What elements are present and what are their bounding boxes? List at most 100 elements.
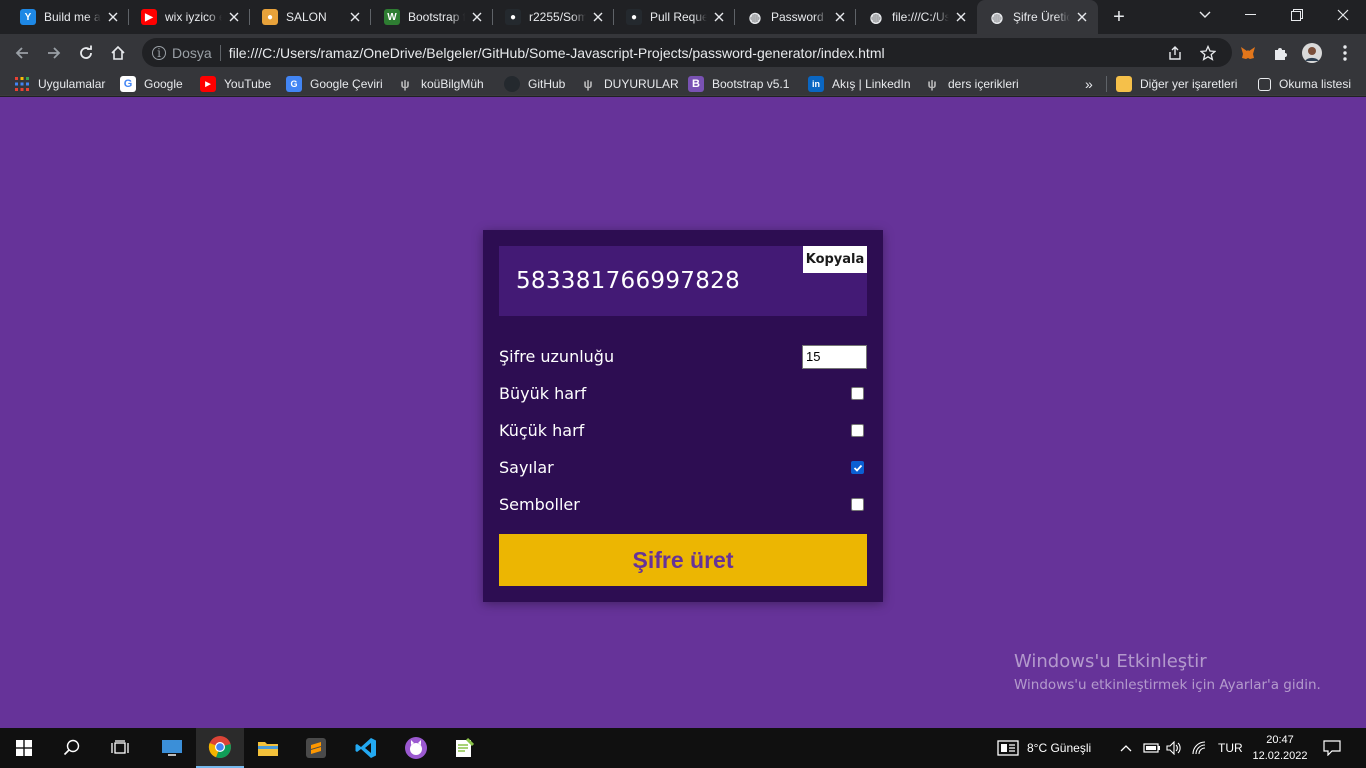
bookmark-label: koüBilgMüh: [421, 77, 484, 91]
divider: [1106, 75, 1107, 93]
weather-widget[interactable]: 8°C Güneşli: [997, 728, 1091, 768]
chrome-icon: [208, 736, 231, 759]
close-tab-icon[interactable]: [105, 9, 121, 25]
browser-tab[interactable]: ◍ Password G: [735, 0, 856, 34]
close-tab-icon[interactable]: [1074, 9, 1090, 25]
password-result-box: 583381766997828 Kopyala: [499, 246, 867, 316]
restore-button[interactable]: [1274, 0, 1320, 30]
vscode-icon: [355, 738, 376, 758]
reload-button[interactable]: [72, 39, 100, 67]
bookmark-item[interactable]: Uygulamalar: [14, 75, 105, 93]
taskbar-app-desktop[interactable]: [148, 728, 196, 768]
bookmark-label: Bootstrap v5.1: [712, 77, 790, 91]
notifications-button[interactable]: [1323, 728, 1341, 768]
youtube-icon: ▶: [200, 76, 216, 92]
profile-avatar[interactable]: [1302, 43, 1322, 63]
kebab-menu-icon[interactable]: [1335, 43, 1355, 63]
close-tab-icon[interactable]: [226, 9, 242, 25]
generated-password: 583381766997828: [516, 268, 740, 294]
tab-search-button[interactable]: [1182, 0, 1228, 30]
task-view-button[interactable]: [96, 728, 144, 768]
bookmark-item[interactable]: ψ ders içerikleri: [924, 75, 1018, 93]
bookmark-item[interactable]: B Bootstrap v5.1: [688, 75, 789, 93]
tab-strip: Y Build me a ▶ wix iyzico e ● SALON W Bootstrap…: [0, 0, 1366, 34]
taskbar-app-sublime[interactable]: [292, 728, 340, 768]
battery-icon[interactable]: [1143, 728, 1161, 768]
forward-button[interactable]: [40, 39, 68, 67]
lowercase-row: Küçük harf: [499, 412, 867, 449]
close-tab-icon[interactable]: [711, 9, 727, 25]
uppercase-checkbox[interactable]: [851, 387, 864, 400]
browser-tab[interactable]: Y Build me a: [8, 0, 129, 34]
github-desktop-icon: [405, 737, 427, 759]
metamask-extension-icon[interactable]: [1238, 43, 1258, 63]
taskbar-app-notepad[interactable]: [440, 728, 488, 768]
system-clock[interactable]: 20:47 12.02.2022: [1250, 732, 1310, 764]
close-window-button[interactable]: [1320, 0, 1366, 30]
copy-button[interactable]: Kopyala: [803, 246, 867, 273]
info-icon[interactable]: i: [152, 45, 166, 60]
network-icon[interactable]: [1192, 728, 1208, 768]
folder-icon: [258, 742, 278, 756]
bookmark-item[interactable]: GitHub: [504, 75, 565, 93]
home-button[interactable]: [104, 39, 132, 67]
github-icon: [504, 76, 520, 92]
bookmark-star-icon[interactable]: [1200, 38, 1216, 67]
browser-tab[interactable]: ◍ Şifre Üretici: [977, 0, 1098, 34]
taskbar-app-chrome[interactable]: [196, 728, 244, 768]
computer-icon: [162, 740, 182, 756]
show-hidden-icons[interactable]: [1120, 728, 1132, 768]
browser-tab[interactable]: W Bootstrap f: [372, 0, 493, 34]
address-bar[interactable]: i Dosya file:///C:/Users/ramaz/OneDrive/…: [142, 38, 1232, 67]
bookmark-item[interactable]: ψ koüBilgMüh: [397, 75, 484, 93]
close-tab-icon[interactable]: [590, 9, 606, 25]
generate-button[interactable]: Şifre üret: [499, 534, 867, 586]
browser-tab[interactable]: ◍ file:///C:/Us: [856, 0, 977, 34]
numbers-row: Sayılar: [499, 449, 867, 486]
taskbar-app-file-explorer[interactable]: [244, 728, 292, 768]
length-row: Şifre uzunluğu: [499, 338, 867, 375]
browser-tab[interactable]: ▶ wix iyzico e: [129, 0, 250, 34]
numbers-checkbox[interactable]: [851, 461, 864, 474]
input-language[interactable]: TUR: [1218, 728, 1243, 768]
bookmark-item[interactable]: ▶ YouTube: [200, 75, 271, 93]
close-tab-icon[interactable]: [347, 9, 363, 25]
other-bookmarks-folder[interactable]: Diğer yer işaretleri: [1116, 75, 1237, 93]
search-button[interactable]: [48, 728, 96, 768]
lowercase-checkbox[interactable]: [851, 424, 864, 437]
reading-list-button[interactable]: Okuma listesi: [1258, 75, 1351, 93]
new-tab-button[interactable]: +: [1108, 6, 1130, 28]
bookmark-item[interactable]: G Google Çeviri: [286, 75, 383, 93]
clock-time: 20:47: [1266, 734, 1294, 746]
close-tab-icon[interactable]: [469, 9, 485, 25]
minimize-button[interactable]: [1228, 0, 1274, 30]
close-tab-icon[interactable]: [953, 9, 969, 25]
bookmarks-bar: Uygulamalar G Google ▶ YouTube G Google Çeviri…: [0, 72, 1366, 96]
url-text[interactable]: file:///C:/Users/ramaz/OneDrive/Belgeler…: [229, 45, 885, 61]
bookmark-item[interactable]: in Akış | LinkedIn: [808, 75, 911, 93]
w-brand-icon: W: [384, 9, 400, 25]
length-label: Şifre uzunluğu: [499, 347, 615, 366]
more-bookmarks-button[interactable]: »: [1085, 75, 1093, 93]
bookmark-item[interactable]: G Google: [120, 75, 183, 93]
back-button[interactable]: [8, 39, 36, 67]
symbols-row: Semboller: [499, 486, 867, 523]
volume-icon[interactable]: [1166, 728, 1182, 768]
close-tab-icon[interactable]: [832, 9, 848, 25]
taskbar-app-github-desktop[interactable]: [392, 728, 440, 768]
length-input[interactable]: [802, 344, 867, 369]
close-icon: [1337, 9, 1349, 21]
extensions-puzzle-icon[interactable]: [1270, 43, 1290, 63]
browser-tab[interactable]: ● SALON: [250, 0, 371, 34]
browser-tab[interactable]: ● Pull Reque: [614, 0, 735, 34]
bookmark-item[interactable]: ψ DUYURULAR: [580, 75, 678, 93]
bookmark-label: YouTube: [224, 77, 272, 91]
tab-separator: [370, 9, 371, 25]
share-icon[interactable]: [1167, 38, 1183, 67]
symbols-checkbox[interactable]: [851, 498, 864, 511]
taskbar-app-vscode[interactable]: [342, 728, 390, 768]
start-button[interactable]: [0, 728, 48, 768]
apps-grid-icon: [14, 76, 30, 92]
browser-tab[interactable]: ● r2255/Som: [493, 0, 614, 34]
activation-watermark-subtitle: Windows'u etkinleştirmek için Ayarlar'a …: [1014, 677, 1321, 693]
